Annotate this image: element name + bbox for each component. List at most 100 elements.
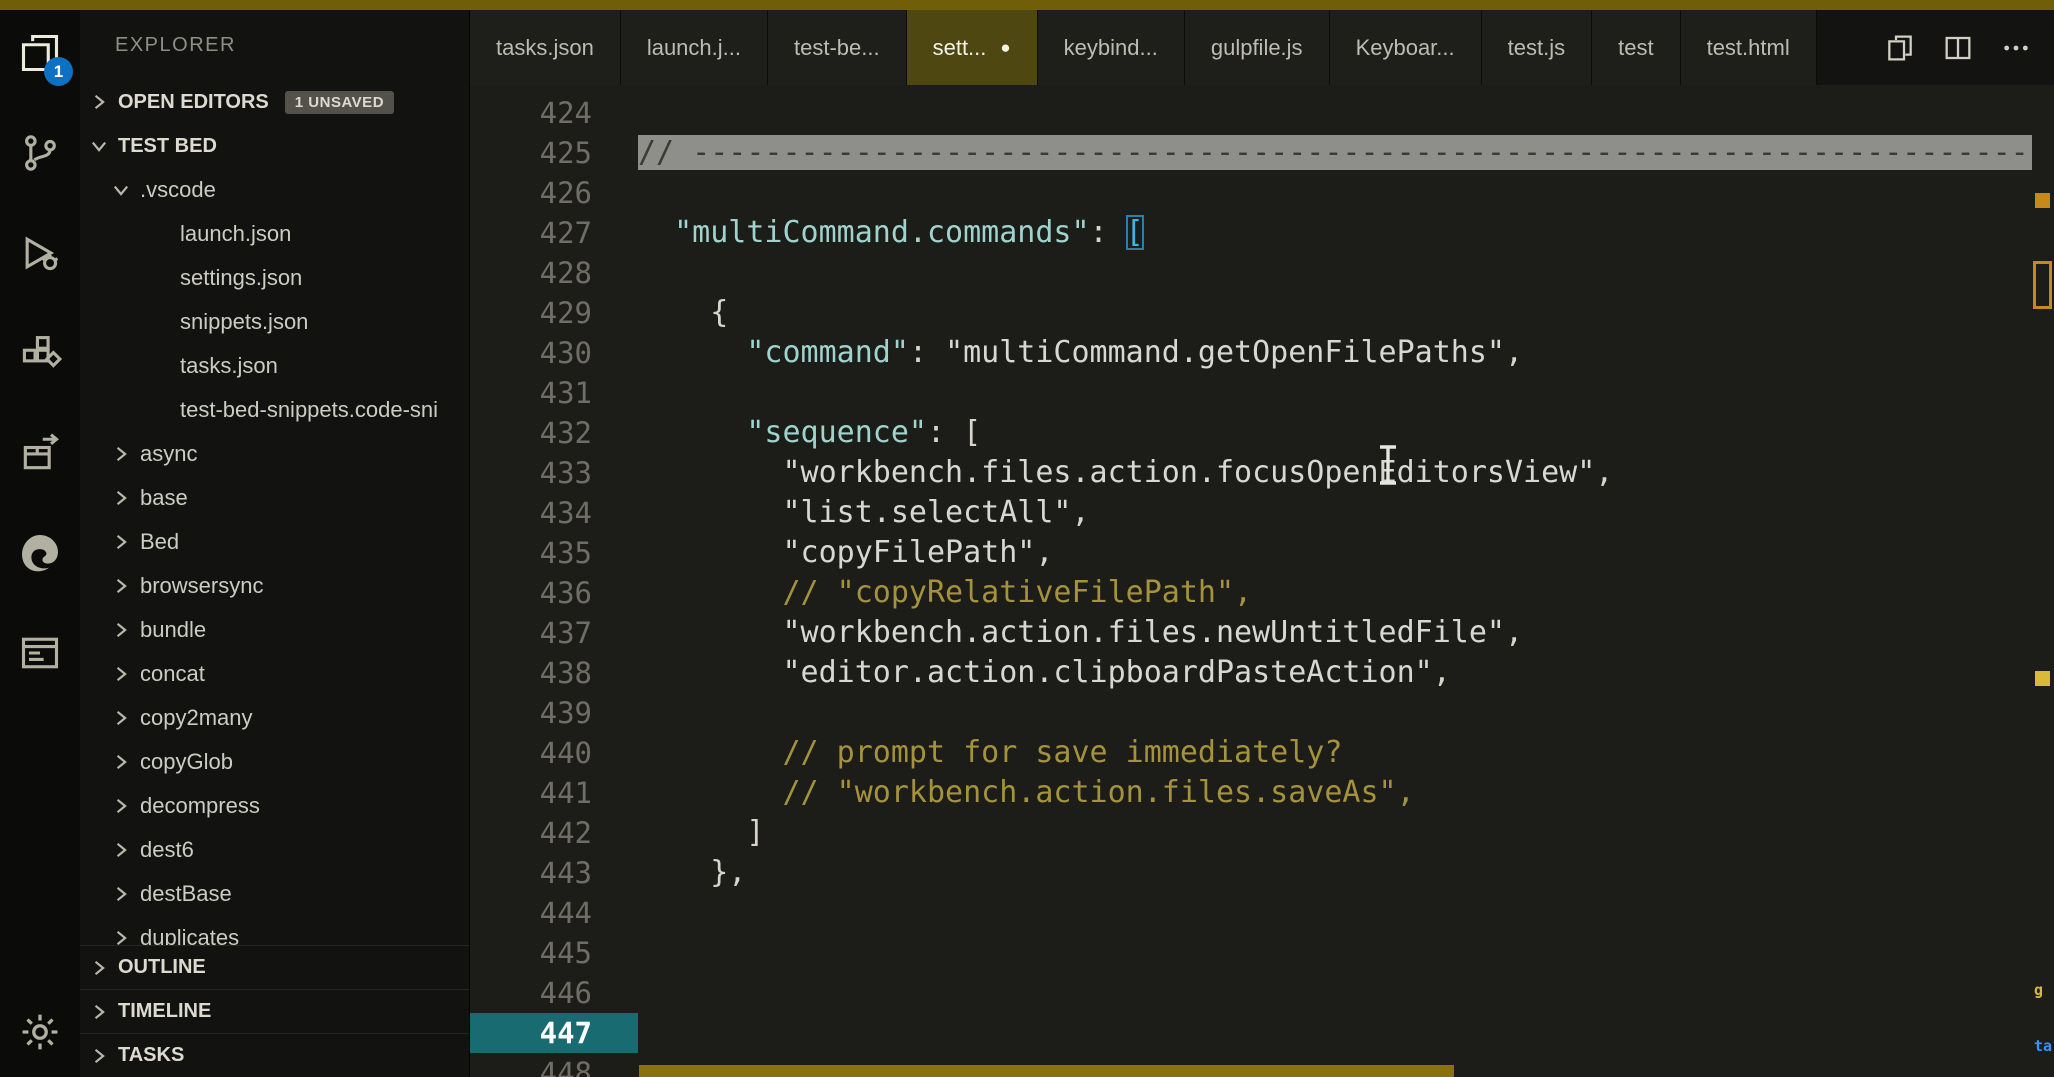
- line-content[interactable]: // "workbench.action.files.saveAs",: [638, 773, 2054, 813]
- tree-item-base[interactable]: base: [80, 476, 469, 520]
- tree-item-browsersync[interactable]: browsersync: [80, 564, 469, 608]
- tree-item-async[interactable]: async: [80, 432, 469, 476]
- line-content[interactable]: [638, 93, 2054, 133]
- tree-item-snippets-json[interactable]: snippets.json: [80, 300, 469, 344]
- package-icon[interactable]: [17, 430, 63, 476]
- vscode-window: 1 EXPLORER OPEN EDITORS 1 UNSAVED TEST B…: [0, 0, 2054, 1077]
- tree-item-dest6[interactable]: dest6: [80, 828, 469, 872]
- tasks-section[interactable]: TASKS: [80, 1033, 469, 1077]
- editor-tab-test-js[interactable]: test.js: [1481, 10, 1593, 85]
- tree-item-concat[interactable]: concat: [80, 652, 469, 696]
- editor-tab-gulpfile-js[interactable]: gulpfile.js: [1184, 10, 1330, 85]
- line-number: 439: [539, 696, 592, 730]
- line-content[interactable]: // prompt for save immediately?: [638, 733, 2054, 773]
- line-content[interactable]: "copyFilePath",: [638, 533, 2054, 573]
- workspace-root-section[interactable]: TEST BED: [80, 124, 469, 168]
- line-content[interactable]: // -------------------------------------…: [638, 133, 2054, 173]
- tree-item-decompress[interactable]: decompress: [80, 784, 469, 828]
- code-line: 435 "copyFilePath",: [470, 533, 2054, 573]
- line-number: 435: [539, 536, 592, 570]
- tab-label: tasks.json: [496, 34, 594, 60]
- line-content[interactable]: ]: [638, 813, 2054, 853]
- line-content[interactable]: [638, 933, 2054, 973]
- tree-item-label: copyGlob: [140, 749, 233, 774]
- workspace-root-label: TEST BED: [118, 134, 217, 157]
- outline-section[interactable]: OUTLINE: [80, 945, 469, 989]
- line-number: 434: [539, 496, 592, 530]
- tasks-label: TASKS: [118, 1044, 185, 1066]
- chevron-right-icon: [116, 446, 127, 462]
- open-changes-icon[interactable]: [1884, 32, 1916, 64]
- chevron-right-icon: [116, 666, 127, 682]
- editor-tab-test-be-[interactable]: test-be...: [768, 10, 907, 85]
- code-line: 434 "list.selectAll",: [470, 493, 2054, 533]
- open-editors-section[interactable]: OPEN EDITORS 1 UNSAVED: [80, 80, 469, 124]
- activity-bar: 1: [0, 10, 80, 1077]
- line-content[interactable]: [638, 253, 2054, 293]
- editor-tab-tasks-json[interactable]: tasks.json: [470, 10, 621, 85]
- settings-gear-icon[interactable]: [17, 1009, 63, 1055]
- line-content[interactable]: {: [638, 293, 2054, 333]
- line-content[interactable]: "sequence": [: [638, 413, 2054, 453]
- more-actions-icon[interactable]: [2000, 32, 2032, 64]
- line-number: 446: [539, 976, 592, 1010]
- editor-tab-launch-j-[interactable]: launch.j...: [620, 10, 768, 85]
- line-content[interactable]: "multiCommand.commands": [: [638, 213, 2054, 253]
- tab-label: test.html: [1706, 34, 1790, 60]
- browser-preview-icon[interactable]: [17, 630, 63, 676]
- horizontal-scrollbar-thumb[interactable]: [639, 1065, 1454, 1077]
- line-number: 440: [539, 736, 592, 770]
- timeline-label: TIMELINE: [118, 1000, 212, 1022]
- line-content[interactable]: },: [638, 853, 2054, 893]
- unsaved-dot-icon[interactable]: ●: [1000, 38, 1010, 58]
- line-content[interactable]: [638, 893, 2054, 933]
- code-line: 428: [470, 253, 2054, 293]
- line-content[interactable]: [638, 373, 2054, 413]
- tree-item-label: test-bed-snippets.code-sni: [180, 397, 439, 422]
- line-content[interactable]: [638, 973, 2054, 1013]
- tree-item-duplicates[interactable]: duplicates: [80, 916, 469, 945]
- editor-tab-sett-[interactable]: sett... ●: [906, 10, 1038, 85]
- tree-item-bundle[interactable]: bundle: [80, 608, 469, 652]
- line-content[interactable]: [638, 173, 2054, 213]
- code-line: 441 // "workbench.action.files.saveAs",: [470, 773, 2054, 813]
- timeline-section[interactable]: TIMELINE: [80, 989, 469, 1033]
- tree-item-test-bed-snippets-code-sni[interactable]: test-bed-snippets.code-sni: [80, 388, 469, 432]
- line-content[interactable]: "editor.action.clipboardPasteAction",: [638, 653, 2054, 693]
- tree-item--vscode[interactable]: .vscode: [80, 168, 469, 212]
- line-content[interactable]: "workbench.files.action.focusOpenEditors…: [638, 453, 2054, 493]
- edge-browser-icon[interactable]: [17, 530, 63, 576]
- line-content[interactable]: [638, 693, 2054, 733]
- tree-item-copyglob[interactable]: copyGlob: [80, 740, 469, 784]
- chevron-right-icon: [116, 842, 127, 858]
- code-line: 429 {: [470, 293, 2054, 333]
- explorer-sidebar: EXPLORER OPEN EDITORS 1 UNSAVED TEST BED…: [80, 10, 470, 1077]
- editor-tab-test[interactable]: test: [1592, 10, 1681, 85]
- extensions-icon[interactable]: [17, 330, 63, 376]
- tree-item-copy2many[interactable]: copy2many: [80, 696, 469, 740]
- editor-tab-keyboar-[interactable]: Keyboar...: [1329, 10, 1482, 85]
- tree-item-settings-json[interactable]: settings.json: [80, 256, 469, 300]
- editor-tab-keybind-[interactable]: keybind...: [1037, 10, 1185, 85]
- split-editor-icon[interactable]: [1942, 32, 1974, 64]
- tree-item-label: browsersync: [140, 573, 264, 598]
- minimap[interactable]: g ta: [2032, 85, 2054, 1077]
- chevron-right-icon: [116, 622, 127, 638]
- code-lines: 424 425 // -----------------------------…: [470, 93, 2054, 1077]
- explorer-icon[interactable]: 1: [17, 30, 73, 86]
- line-content[interactable]: "command": "multiCommand.getOpenFilePath…: [638, 333, 2054, 373]
- code-editor[interactable]: 424 425 // -----------------------------…: [470, 85, 2054, 1077]
- code-line: 438 "editor.action.clipboardPasteAction"…: [470, 653, 2054, 693]
- line-content[interactable]: // "copyRelativeFilePath",: [638, 573, 2054, 613]
- source-control-icon[interactable]: [17, 130, 63, 176]
- code-line: 444: [470, 893, 2054, 933]
- tree-item-launch-json[interactable]: launch.json: [80, 212, 469, 256]
- editor-tab-test-html[interactable]: test.html: [1680, 10, 1817, 85]
- tree-item-tasks-json[interactable]: tasks.json: [80, 344, 469, 388]
- tree-item-destbase[interactable]: destBase: [80, 872, 469, 916]
- tree-item-bed[interactable]: Bed: [80, 520, 469, 564]
- line-content[interactable]: "workbench.action.files.newUntitledFile"…: [638, 613, 2054, 653]
- line-content[interactable]: [638, 1013, 2054, 1053]
- run-debug-icon[interactable]: [17, 230, 63, 276]
- line-content[interactable]: "list.selectAll",: [638, 493, 2054, 533]
